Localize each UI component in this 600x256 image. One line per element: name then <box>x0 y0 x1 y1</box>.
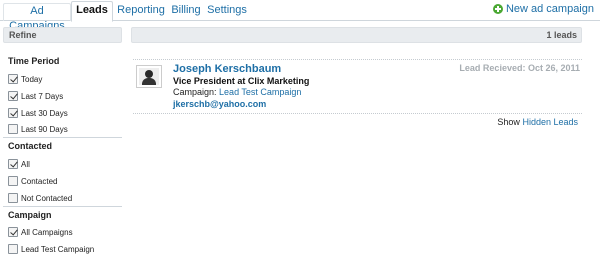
lead-received-date: Lead Recieved: Oct 26, 2011 <box>459 63 580 73</box>
option-label: Last 90 Days <box>21 124 68 134</box>
plus-icon <box>492 4 503 14</box>
show-hidden-leads: Show Hidden Leads <box>497 117 578 127</box>
time-period-title: Time Period <box>8 56 60 66</box>
new-ad-campaign-label: New ad campaign <box>505 3 594 15</box>
filter-lead-test-campaign[interactable]: Lead Test Campaign <box>8 243 94 255</box>
lead-campaign: Campaign: Lead Test Campaign <box>173 87 301 97</box>
checkbox[interactable] <box>8 193 18 203</box>
new-ad-campaign-link[interactable]: New ad campaign <box>492 3 594 15</box>
filter-last-90-days[interactable]: Last 90 Days <box>8 123 68 135</box>
campaign-title: Campaign <box>8 210 52 220</box>
tab-bar: Ad Campaigns Leads Reporting Billing Set… <box>0 0 600 32</box>
person-icon <box>139 68 159 85</box>
refine-sidebar: Refine Time Period Today Last 7 Days Las… <box>3 27 122 256</box>
lead-email[interactable]: jkerschb@yahoo.com <box>173 99 266 109</box>
tab-settings[interactable]: Settings <box>206 3 248 21</box>
filter-last-7-days[interactable]: Last 7 Days <box>8 90 63 102</box>
option-label: Lead Test Campaign <box>21 244 95 254</box>
avatar[interactable] <box>136 65 162 88</box>
checkbox[interactable] <box>8 159 18 169</box>
option-label: Contacted <box>21 176 58 186</box>
checkbox[interactable] <box>8 91 18 101</box>
checkbox[interactable] <box>8 124 18 134</box>
tab-ad-campaigns[interactable]: Ad Campaigns <box>3 3 71 32</box>
divider <box>3 137 122 138</box>
checkbox[interactable] <box>8 74 18 84</box>
show-prefix: Show <box>497 117 520 127</box>
option-label: Last 30 Days <box>21 108 68 118</box>
checkbox[interactable] <box>8 244 18 254</box>
refine-header: Refine <box>3 27 122 43</box>
filter-last-30-days[interactable]: Last 30 Days <box>8 107 68 119</box>
divider <box>3 206 122 207</box>
lead-count: 1 leads <box>131 27 582 43</box>
filter-all-campaigns[interactable]: All Campaigns <box>8 226 73 238</box>
option-label: Today <box>21 74 43 84</box>
filter-contacted-all[interactable]: All <box>8 158 30 170</box>
checkbox[interactable] <box>8 227 18 237</box>
leads-panel: 1 leads Joseph Kerschbaum Vice President… <box>131 27 582 127</box>
campaign-link[interactable]: Lead Test Campaign <box>219 87 301 97</box>
filter-not-contacted[interactable]: Not Contacted <box>8 192 72 204</box>
option-label: All <box>21 159 30 169</box>
option-label: Not Contacted <box>21 193 73 203</box>
lead-title: Vice President at Clix Marketing <box>173 76 310 86</box>
campaign-prefix: Campaign: <box>173 87 217 97</box>
option-label: Last 7 Days <box>21 91 64 101</box>
checkbox[interactable] <box>8 108 18 118</box>
lead-separator <box>133 113 582 114</box>
lead-name[interactable]: Joseph Kerschbaum <box>173 63 281 75</box>
option-label: All Campaigns <box>21 227 73 237</box>
tab-reporting[interactable]: Reporting <box>116 3 166 21</box>
tab-billing[interactable]: Billing <box>168 3 204 21</box>
hidden-leads-link[interactable]: Hidden Leads <box>522 117 578 127</box>
filter-contacted[interactable]: Contacted <box>8 175 57 187</box>
filter-today[interactable]: Today <box>8 73 42 85</box>
checkbox[interactable] <box>8 176 18 186</box>
contacted-title: Contacted <box>8 141 53 151</box>
lead-separator <box>133 59 582 60</box>
tab-leads[interactable]: Leads <box>71 1 113 22</box>
